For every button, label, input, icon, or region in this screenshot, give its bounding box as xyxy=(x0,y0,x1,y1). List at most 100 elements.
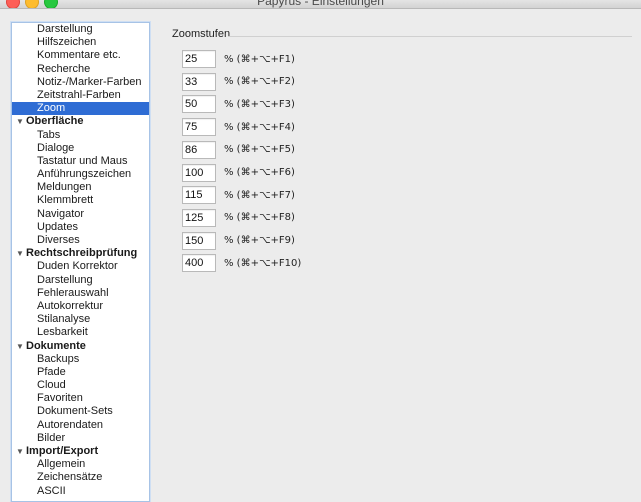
sidebar-item[interactable]: Allgemein xyxy=(12,458,149,471)
sidebar-item[interactable]: Diverses xyxy=(12,234,149,247)
sidebar-group-header[interactable]: ▼ Import/Export xyxy=(12,445,149,458)
zoom-shortcut-label: % (⌘+⌥+F4) xyxy=(224,121,295,133)
disclosure-triangle-icon[interactable]: ▼ xyxy=(14,247,26,260)
sidebar-item-label: Duden Korrektor xyxy=(37,260,118,273)
sidebar-item-label: Anführungszeichen xyxy=(37,168,132,181)
sidebar-item[interactable]: Autokorrektur xyxy=(12,300,149,313)
zoom-level-row: % (⌘+⌥+F5) xyxy=(182,140,382,159)
sidebar-item[interactable]: Zoom xyxy=(12,102,149,116)
sidebar-item[interactable]: Zeichensätze xyxy=(12,471,149,484)
sidebar-item-label: Pfade xyxy=(37,365,66,378)
zoom-shortcut-label: % (⌘+⌥+F1) xyxy=(224,53,295,65)
sidebar-item[interactable]: Bilder xyxy=(12,432,149,445)
sidebar-item[interactable]: Backups xyxy=(12,353,149,366)
sidebar-item-label: Notiz-/Marker-Farben xyxy=(37,75,142,88)
zoom-level-input[interactable] xyxy=(182,95,216,114)
sidebar-item[interactable]: Recherche xyxy=(12,63,149,76)
sidebar-item[interactable]: Kommentare etc. xyxy=(12,49,149,62)
zoom-level-input[interactable] xyxy=(182,72,216,91)
sidebar-item-label: Rechtschreibprüfung xyxy=(26,247,138,260)
sidebar-item-label: Updates xyxy=(37,220,78,233)
section-divider xyxy=(228,36,632,37)
sidebar-item[interactable]: Hilfszeichen xyxy=(12,36,149,49)
sidebar-item[interactable]: Darstellung xyxy=(12,274,149,287)
title-bar: Papyrus - Einstellungen xyxy=(0,0,641,9)
zoom-level-input[interactable] xyxy=(182,186,216,205)
sidebar-item[interactable]: Favoriten xyxy=(12,392,149,405)
sidebar-item-label: Dialoge xyxy=(37,141,75,154)
sidebar-item[interactable]: Notiz-/Marker-Farben xyxy=(12,76,149,89)
sidebar-item[interactable]: Klemmbrett xyxy=(12,194,149,207)
sidebar-item-label: Darstellung xyxy=(37,23,93,35)
sidebar-item-label: Dokumente xyxy=(26,339,86,352)
sidebar-item[interactable]: Lesbarkeit xyxy=(12,326,149,339)
sidebar-item[interactable]: ASCII xyxy=(12,485,149,498)
sidebar-item[interactable]: Navigator xyxy=(12,208,149,221)
zoom-level-row: % (⌘+⌥+F7) xyxy=(182,186,382,205)
sidebar-item[interactable]: Cloud xyxy=(12,379,149,392)
sidebar-item[interactable]: Updates xyxy=(12,221,149,234)
zoom-level-input[interactable] xyxy=(182,231,216,250)
sidebar-item-label: Autokorrektur xyxy=(37,299,104,312)
sidebar-item-label: Lesbarkeit xyxy=(37,326,88,339)
zoom-level-input[interactable] xyxy=(182,163,216,182)
sidebar-item-label: Stilanalyse xyxy=(37,313,91,326)
sidebar-item-label: Allgemein xyxy=(37,458,86,471)
zoom-shortcut-label: % (⌘+⌥+F3) xyxy=(224,98,295,110)
sidebar-group-header[interactable]: ▼ Oberfläche xyxy=(12,115,149,128)
preferences-sidebar[interactable]: Darstellung Hilfszeichen Kommentare etc. Re… xyxy=(11,22,150,502)
zoom-level-row: % (⌘+⌥+F1) xyxy=(182,50,382,68)
sidebar-item[interactable]: Autorendaten xyxy=(12,419,149,432)
sidebar-item[interactable]: Anführungszeichen xyxy=(12,168,149,181)
zoom-level-input[interactable] xyxy=(182,254,216,273)
zoom-settings-panel: Zoomstufen % (⌘+⌥+F1) % (⌘+⌥+F2) % (⌘+⌥+F3… xyxy=(172,28,632,273)
sidebar-item-label: Klemmbrett xyxy=(37,194,94,207)
zoom-level-input[interactable] xyxy=(182,50,216,68)
sidebar-item[interactable]: Meldungen xyxy=(12,181,149,194)
zoom-level-row: % (⌘+⌥+F6) xyxy=(182,163,382,182)
disclosure-triangle-icon[interactable]: ▼ xyxy=(14,445,26,458)
sidebar-item-label: Favoriten xyxy=(37,392,83,405)
sidebar-item-label: Zeichensätze xyxy=(37,471,103,484)
sidebar-item-label: Recherche xyxy=(37,62,91,75)
window-title: Papyrus - Einstellungen xyxy=(257,0,384,8)
sidebar-item[interactable]: Duden Korrektor xyxy=(12,260,149,273)
zoom-level-input[interactable] xyxy=(182,208,216,227)
zoom-level-row: % (⌘+⌥+F2) xyxy=(182,72,382,91)
sidebar-item-label: Oberfläche xyxy=(26,115,84,128)
sidebar-item-label: Fehlerauswahl xyxy=(37,286,109,299)
sidebar-item-label: Navigator xyxy=(37,207,85,220)
zoom-shortcut-label: % (⌘+⌥+F5) xyxy=(224,144,295,156)
disclosure-triangle-icon[interactable]: ▼ xyxy=(14,340,26,353)
sidebar-list: Darstellung Hilfszeichen Kommentare etc. Re… xyxy=(12,23,149,498)
sidebar-item[interactable]: Darstellung xyxy=(12,23,149,36)
sidebar-item-label: Zoom xyxy=(37,102,66,115)
zoom-level-input[interactable] xyxy=(182,118,216,137)
sidebar-item[interactable]: Tabs xyxy=(12,129,149,142)
sidebar-group-header[interactable]: ▼ Dokumente xyxy=(12,340,149,353)
zoom-shortcut-label: % (⌘+⌥+F2) xyxy=(224,76,295,88)
sidebar-item-label: Autorendaten xyxy=(37,418,104,431)
sidebar-item-label: Hilfszeichen xyxy=(37,36,97,49)
zoom-level-input[interactable] xyxy=(182,140,216,159)
disclosure-triangle-icon[interactable]: ▼ xyxy=(14,115,26,128)
sidebar-item[interactable]: Dialoge xyxy=(12,142,149,155)
sidebar-item[interactable]: Tastatur und Maus xyxy=(12,155,149,168)
sidebar-item[interactable]: Dokument-Sets xyxy=(12,405,149,418)
sidebar-item-label: Backups xyxy=(37,352,80,365)
sidebar-item-label: ASCII xyxy=(37,484,66,497)
sidebar-item-label: Kommentare etc. xyxy=(37,49,121,62)
sidebar-group-header[interactable]: ▼ Rechtschreibprüfung xyxy=(12,247,149,260)
sidebar-item[interactable]: Pfade xyxy=(12,366,149,379)
sidebar-item-label: Cloud xyxy=(37,379,66,392)
zoom-level-row: % (⌘+⌥+F8) xyxy=(182,208,382,227)
sidebar-item-label: Darstellung xyxy=(37,273,93,286)
zoom-shortcut-label: % (⌘+⌥+F8) xyxy=(224,212,295,224)
sidebar-item-label: Dokument-Sets xyxy=(37,405,113,418)
sidebar-item[interactable]: Zeitstrahl-Farben xyxy=(12,89,149,102)
sidebar-item-label: Import/Export xyxy=(26,445,99,457)
sidebar-item[interactable]: Fehlerauswahl xyxy=(12,287,149,300)
sidebar-item[interactable]: Stilanalyse xyxy=(12,313,149,326)
sidebar-item-label: Zeitstrahl-Farben xyxy=(37,88,121,101)
zoom-section-title: Zoomstufen xyxy=(172,28,231,40)
